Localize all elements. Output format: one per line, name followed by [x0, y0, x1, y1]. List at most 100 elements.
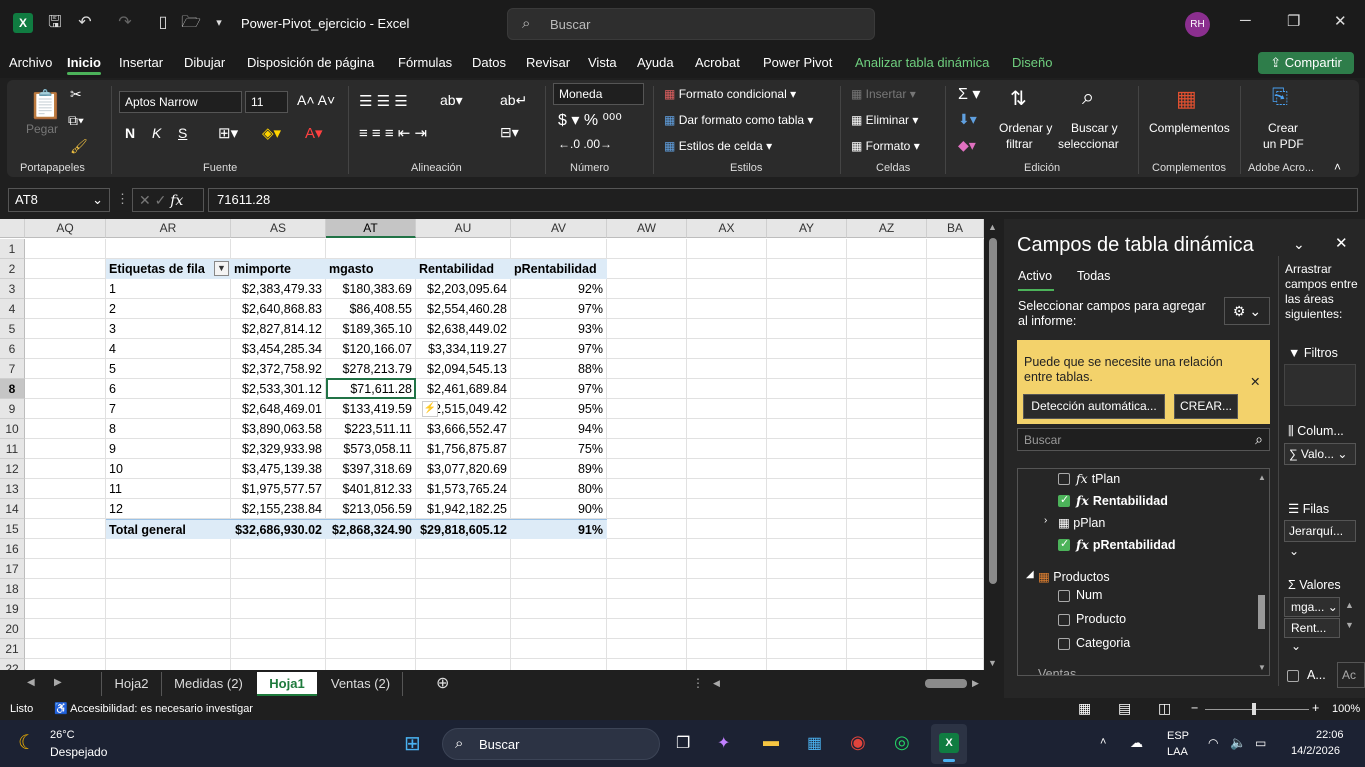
add-sheet-icon[interactable]: ⊕ [436, 673, 449, 693]
find-icon[interactable]: ⌕ [1082, 84, 1094, 110]
save-icon[interactable]: 🖫 [44, 12, 66, 34]
format-cells-button[interactable]: ▦ Formato ▾ [851, 139, 920, 153]
borders-icon[interactable]: ⊞▾ [218, 124, 238, 142]
pivot-data-cell[interactable]: $3,454,285.34 [231, 339, 326, 359]
column-header-at[interactable]: AT [326, 219, 416, 238]
pivot-header-cell[interactable]: mimporte [231, 259, 326, 279]
tab-analizar-tabla[interactable]: Analizar tabla dinámica [855, 55, 989, 70]
prev-sheet-icon[interactable]: ◀ [27, 677, 35, 688]
pivot-data-cell[interactable]: $3,666,552.47 [416, 419, 511, 439]
pivot-data-cell[interactable]: $3,334,119.27 [416, 339, 511, 359]
chrome-icon[interactable]: ◉ [850, 732, 866, 753]
table-ventas[interactable]: Ventas [1038, 667, 1076, 675]
paste-icon[interactable]: 📋 [28, 88, 63, 121]
pivot-data-cell[interactable]: $2,638,449.02 [416, 319, 511, 339]
pivot-total-cell[interactable]: $29,818,605.12 [416, 519, 511, 539]
column-header-az[interactable]: AZ [847, 219, 927, 238]
pivot-data-cell[interactable]: $71,611.28 [326, 379, 416, 399]
find-select-button-2[interactable]: seleccionar [1058, 137, 1119, 151]
update-button[interactable]: Ac [1337, 662, 1365, 688]
column-header-ax[interactable]: AX [687, 219, 767, 238]
field-checkbox-tplan[interactable] [1058, 473, 1070, 485]
row-header-2[interactable]: 2 [0, 259, 25, 279]
pane-tab-all[interactable]: Todas [1077, 269, 1110, 283]
pivot-data-cell[interactable]: $1,756,875.87 [416, 439, 511, 459]
table-productos[interactable]: ▦ Productos [1038, 569, 1110, 584]
pivot-data-cell[interactable]: 75% [511, 439, 607, 459]
tray-expand-icon[interactable]: ˄ [1100, 736, 1106, 748]
horizontal-scrollbar[interactable] [925, 679, 967, 688]
pivot-data-cell[interactable]: $1,942,182.25 [416, 499, 511, 519]
pivot-data-cell[interactable]: $3,077,820.69 [416, 459, 511, 479]
pivot-data-cell[interactable]: $2,640,868.83 [231, 299, 326, 319]
select-all-corner[interactable] [0, 219, 25, 238]
row-header-15[interactable]: 15 [0, 519, 25, 539]
field-rentabilidad[interactable]: fx Rentabilidad [1076, 493, 1168, 508]
pivot-header-cell[interactable]: mgasto [326, 259, 416, 279]
row-header-5[interactable]: 5 [0, 319, 25, 339]
field-checkbox-num[interactable] [1058, 590, 1070, 602]
create-relationship-button[interactable]: CREAR... [1174, 394, 1238, 419]
number-format-select[interactable]: Moneda [553, 83, 644, 105]
vertical-scrollbar[interactable] [986, 232, 1000, 672]
values-item-2[interactable]: Rent... ⌄ [1284, 618, 1340, 653]
row-header-9[interactable]: 9 [0, 399, 25, 419]
normal-view-icon[interactable]: ▦ [1078, 700, 1091, 717]
column-header-ar[interactable]: AR [106, 219, 231, 238]
sheet-tab-medidas[interactable]: Medidas (2) [161, 672, 255, 696]
minimize-icon[interactable]: ─ [1240, 12, 1251, 29]
pivot-data-cell[interactable]: 9 [106, 439, 231, 459]
sort-filter-icon[interactable]: ⇅ [1010, 86, 1027, 111]
insert-function-icon[interactable]: fx [170, 193, 183, 209]
pivot-data-cell[interactable]: $2,533,301.12 [231, 379, 326, 399]
tab-insertar[interactable]: Insertar [119, 55, 163, 70]
font-name-select[interactable]: Aptos Narrow [119, 91, 242, 113]
pivot-data-cell[interactable]: 7 [106, 399, 231, 419]
pivot-data-cell[interactable]: 1 [106, 279, 231, 299]
formula-controls[interactable]: ✕ ✓ fx [132, 188, 204, 212]
pivot-data-cell[interactable]: $3,475,139.38 [231, 459, 326, 479]
field-prentabilidad[interactable]: fx pRentabilidad [1076, 537, 1176, 552]
paste-button[interactable]: Pegar [26, 122, 58, 136]
sheet-tab-hoja1[interactable]: Hoja1 [257, 672, 317, 696]
pane-options-icon[interactable]: ⌄ [1293, 236, 1305, 253]
row-header-11[interactable]: 11 [0, 439, 25, 459]
hscroll-left-icon[interactable]: ◀ [713, 678, 720, 689]
row-header-16[interactable]: 16 [0, 539, 25, 559]
align-top-icon[interactable]: ☰ ☰ ☰ [359, 92, 408, 110]
italic-icon[interactable]: K [152, 125, 161, 141]
pivot-data-cell[interactable]: $120,166.07 [326, 339, 416, 359]
column-header-ay[interactable]: AY [767, 219, 847, 238]
pivot-data-cell[interactable]: $2,461,689.84 [416, 379, 511, 399]
spreadsheet-grid[interactable]: AQ AR AS AT AU AV AW AX AY AZ BA 1 2 3 4 5 6 7 8 9 10 11 12 13… [0, 219, 984, 670]
column-header-au[interactable]: AU [416, 219, 511, 238]
redo-icon[interactable]: ↷ [114, 12, 136, 34]
row-header-7[interactable]: 7 [0, 359, 25, 379]
pivot-data-cell[interactable]: $2,203,095.64 [416, 279, 511, 299]
pivot-data-cell[interactable]: $180,383.69 [326, 279, 416, 299]
column-header-av[interactable]: AV [511, 219, 607, 238]
pivot-data-cell[interactable]: $223,511.11 [326, 419, 416, 439]
font-color-icon[interactable]: A▾ [305, 124, 323, 142]
decimal-icon[interactable]: ←.0 .00→ [558, 137, 612, 151]
filters-drop-zone[interactable] [1284, 364, 1356, 406]
addins-icon[interactable]: ▦ [1176, 86, 1197, 112]
pivot-total-cell[interactable]: Total general [106, 519, 231, 539]
notice-close-icon[interactable]: ✕ [1250, 374, 1260, 389]
autosum-icon[interactable]: Σ ▾ [958, 84, 980, 104]
pivot-data-cell[interactable]: 3 [106, 319, 231, 339]
values-scroll-icon[interactable]: ▲ ▼ [1345, 600, 1354, 630]
pane-tab-active[interactable]: Activo [1018, 269, 1052, 283]
zoom-level[interactable]: 100% [1332, 703, 1360, 715]
addins-button[interactable]: Complementos [1149, 121, 1230, 135]
fill-icon[interactable]: ⬇▾ [958, 111, 977, 128]
pivot-data-cell[interactable]: 6 [106, 379, 231, 399]
currency-icon[interactable]: $ ▾ % ⁰⁰⁰ [558, 110, 622, 130]
sort-filter-button[interactable]: Ordenar y [999, 121, 1052, 135]
pivot-data-cell[interactable]: 88% [511, 359, 607, 379]
clock-time[interactable]: 22:06 [1316, 729, 1344, 741]
volume-icon[interactable]: 🔈 [1230, 735, 1246, 751]
grow-font-icon[interactable]: A˄ A˅ [297, 92, 335, 108]
share-button[interactable]: ⇪ Compartir [1258, 52, 1354, 74]
copy-icon[interactable]: ⧉▾ [68, 112, 84, 129]
